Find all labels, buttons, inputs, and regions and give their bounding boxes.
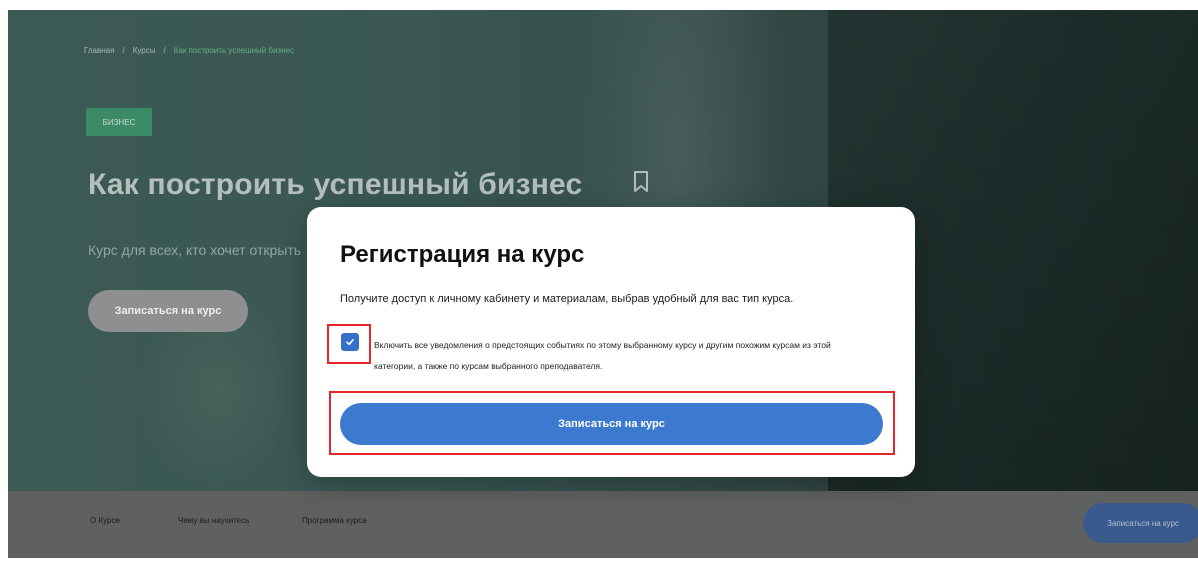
breadcrumb: Главная / Курсы / Как построить успешный… [84, 46, 294, 55]
modal-title: Регистрация на курс [340, 241, 585, 268]
breadcrumb-home[interactable]: Главная [84, 46, 114, 55]
checkmark-icon [346, 339, 354, 346]
subnav-enroll-button[interactable]: Записаться на курс [1083, 503, 1198, 543]
breadcrumb-separator: / [122, 46, 125, 55]
notifications-checkbox[interactable] [341, 333, 359, 351]
bookmark-icon[interactable] [632, 170, 650, 194]
notifications-checkbox-label[interactable]: Включить все уведомления о предстоящих с… [374, 335, 874, 377]
course-subnav: О Курсе Чему вы научитесь Программа курс… [8, 491, 1198, 558]
hero-subtitle: Курс для всех, кто хочет открыть [88, 242, 302, 258]
breadcrumb-courses[interactable]: Курсы [133, 46, 156, 55]
breadcrumb-separator: / [163, 46, 166, 55]
page-title: Как построить успешный бизнес [88, 168, 583, 201]
subnav-item-learn[interactable]: Чему вы научитесь [178, 516, 249, 525]
category-tag: БИЗНЕС [86, 108, 152, 136]
hero-enroll-button[interactable]: Записаться на курс [88, 290, 248, 332]
registration-modal: Регистрация на курс Получите доступ к ли… [307, 207, 915, 477]
subnav-item-program[interactable]: Программа курса [302, 516, 367, 525]
subnav-item-about[interactable]: О Курсе [90, 516, 120, 525]
modal-enroll-button[interactable]: Записаться на курс [340, 403, 883, 445]
modal-description: Получите доступ к личному кабинету и мат… [340, 293, 794, 305]
breadcrumb-current: Как построить успешный бизнес [173, 46, 294, 55]
